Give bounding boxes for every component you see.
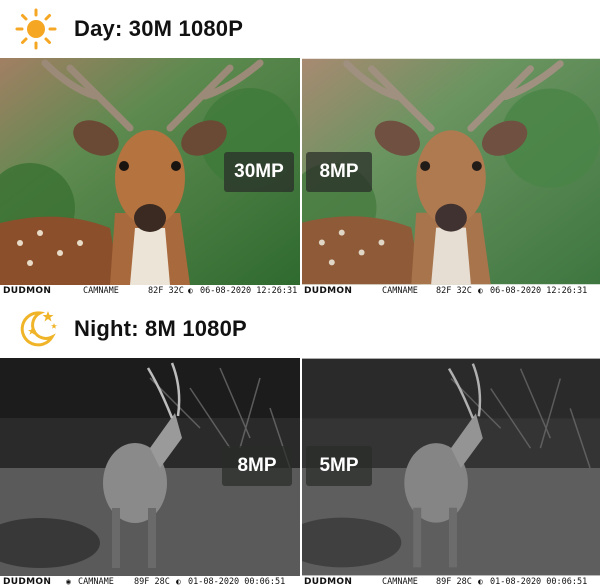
moon-phase-icon: ◉	[66, 577, 71, 586]
moon-phase-icon: ◐	[188, 286, 193, 295]
camera-info-stamp: DUDMON ◉ CAMNAME 89F 28C ◐ 01-08-2020 00…	[0, 576, 300, 588]
camera-info-stamp: DUDMON CAMNAME 82F 32C ◐ 06-08-2020 12:2…	[0, 285, 300, 297]
brand-label: DUDMON	[3, 286, 52, 296]
moon-phase-icon: ◐	[478, 577, 483, 586]
day-title: Day: 30M 1080P	[74, 16, 244, 41]
day-photo-8mp: 8MP DUDMON CAMNAME 82F 32C ◐ 06-08-2020 …	[302, 58, 600, 297]
night-photo-5mp: 5MP DUDMON CAMNAME 89F 28C ◐ 01-08-2020 …	[302, 358, 600, 588]
camera-name: CAMNAME	[83, 286, 119, 296]
camera-info-stamp: DUDMON CAMNAME 82F 32C ◐ 06-08-2020 12:2…	[302, 285, 600, 297]
camera-name: CAMNAME	[78, 577, 114, 587]
temperature: 82F 32C	[148, 286, 184, 296]
night-title: Night: 8M 1080P	[74, 316, 247, 341]
temperature: 89F 28C	[134, 577, 170, 587]
resolution-badge: 5MP	[306, 446, 372, 486]
sun-icon	[15, 8, 57, 50]
camera-name: CAMNAME	[382, 286, 418, 296]
resolution-badge: 30MP	[224, 152, 294, 192]
moon-phase-icon: ◐	[478, 286, 483, 295]
moon-phase-icon: ◐	[176, 577, 181, 586]
day-header: Day: 30M 1080P	[0, 0, 600, 58]
day-photo-30mp: 30MP DUDMON CAMNAME 82F 32C ◐ 06-08-2020…	[0, 58, 300, 297]
brand-label: DUDMON	[304, 286, 353, 296]
date-time: 06-08-2020 12:26:31	[490, 286, 588, 296]
resolution-badge: 8MP	[306, 152, 372, 192]
date-time: 01-08-2020 00:06:51	[490, 577, 588, 587]
brand-label: DUDMON	[304, 577, 353, 587]
resolution-badge: 8MP	[222, 446, 292, 486]
date-time: 01-08-2020 00:06:51	[188, 577, 286, 587]
camera-info-stamp: DUDMON CAMNAME 89F 28C ◐ 01-08-2020 00:0…	[302, 576, 600, 588]
temperature: 89F 28C	[436, 577, 472, 587]
camera-name: CAMNAME	[382, 577, 418, 587]
temperature: 82F 32C	[436, 286, 472, 296]
date-time: 06-08-2020 12:26:31	[200, 286, 298, 296]
moon-stars-icon	[20, 311, 57, 347]
night-photo-8mp: 8MP DUDMON ◉ CAMNAME 89F 28C ◐ 01-08-202…	[0, 358, 300, 588]
night-header: Night: 8M 1080P	[0, 300, 600, 358]
brand-label: DUDMON	[3, 577, 52, 587]
